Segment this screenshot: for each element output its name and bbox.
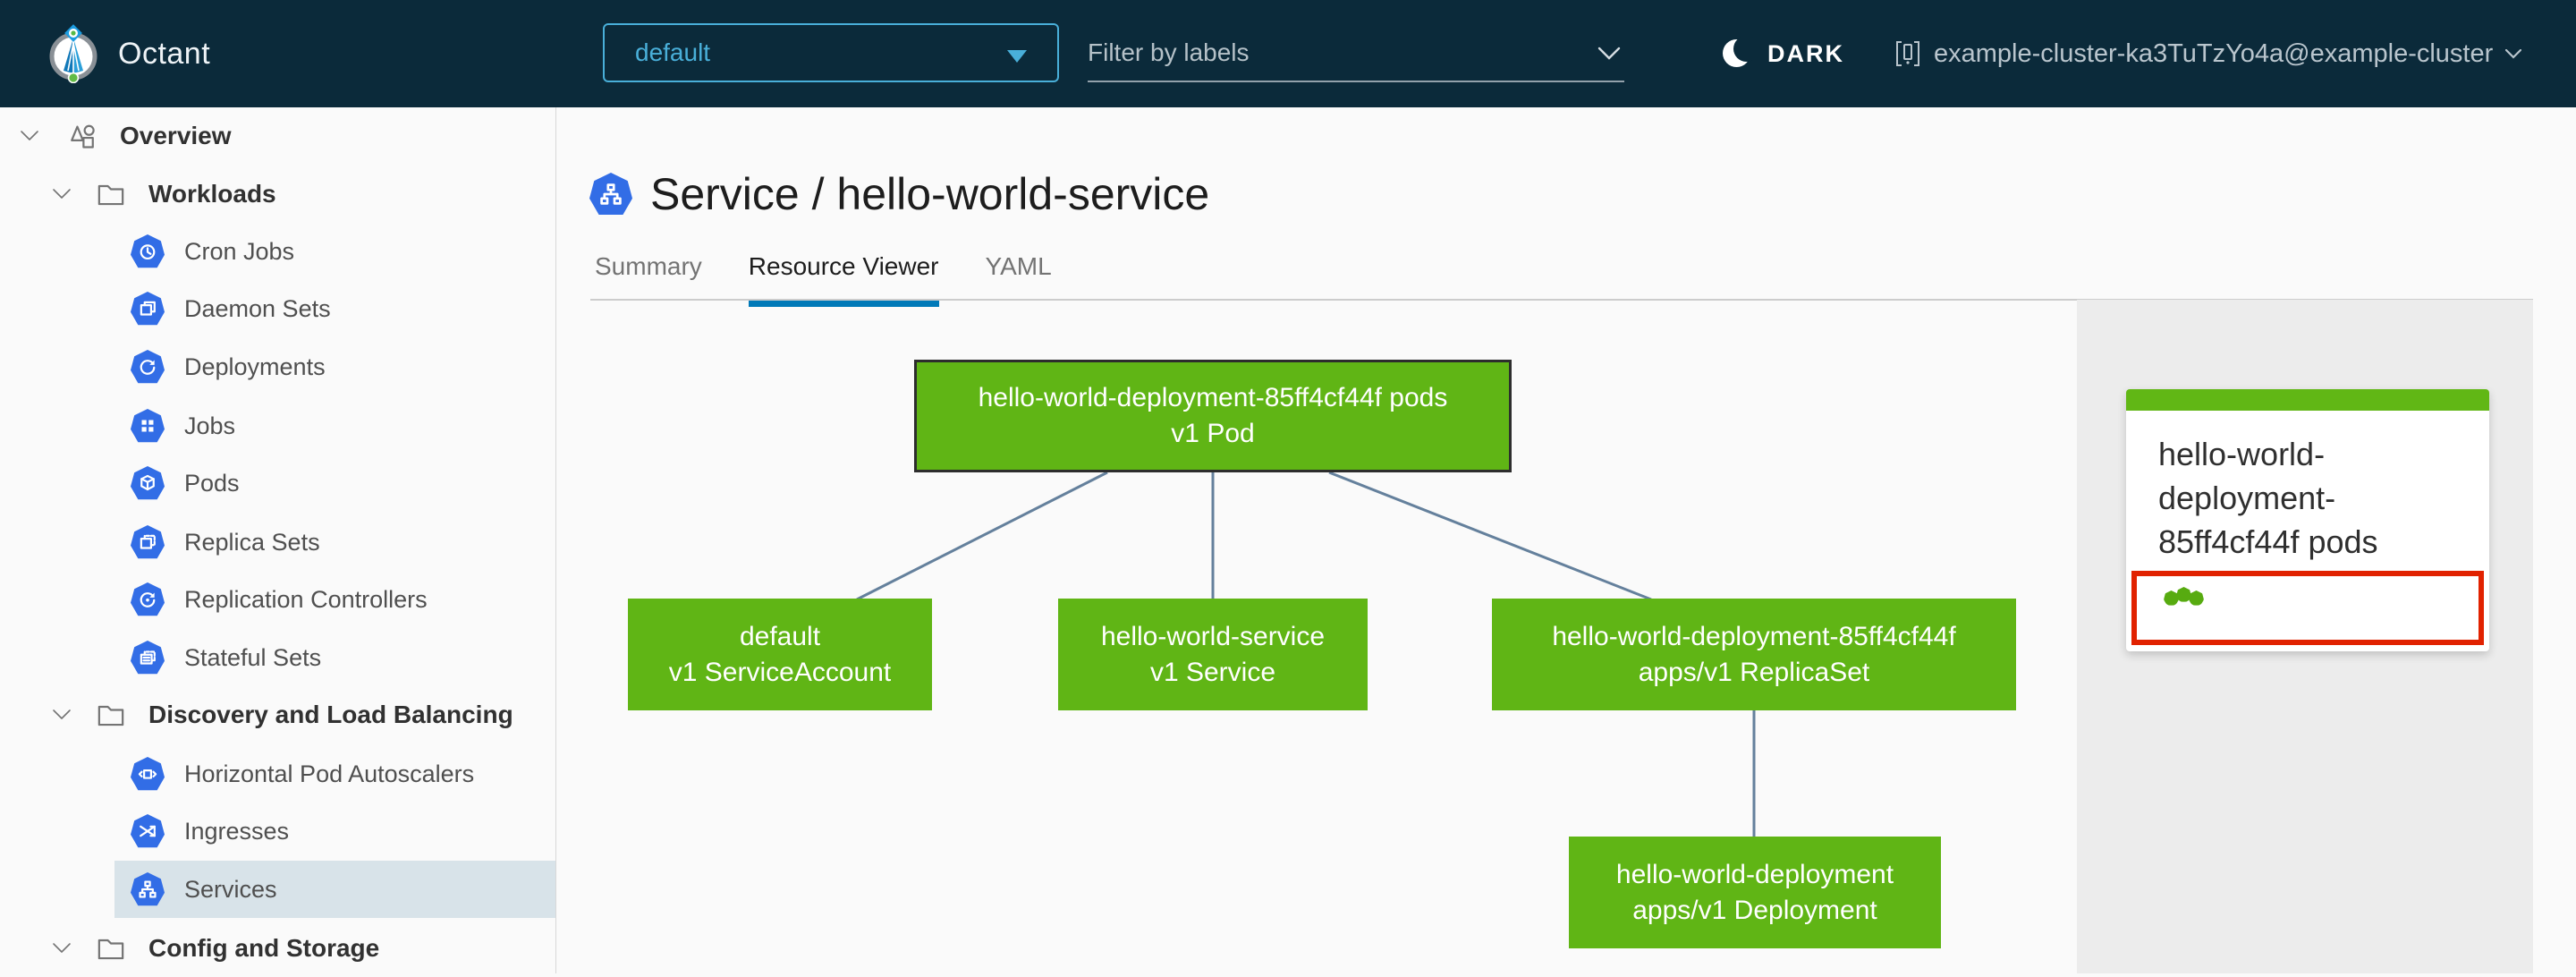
pod-ok-dot — [2164, 590, 2179, 606]
pod-ok-dot — [2189, 590, 2204, 606]
daemon-sets-icon — [131, 292, 165, 326]
namespace-select[interactable]: default — [603, 23, 1059, 82]
graph-node-serviceaccount[interactable]: default v1 ServiceAccount — [628, 599, 932, 710]
hpa-icon — [131, 757, 165, 791]
page-title: Service / hello-world-service — [650, 169, 1210, 219]
folder-icon — [93, 176, 129, 212]
scroll-gutter[interactable] — [2534, 107, 2576, 973]
cluster-caret-icon — [2505, 48, 2522, 59]
sidebar-group-workloads[interactable]: Workloads — [0, 166, 555, 223]
graph-node-pod[interactable]: hello-world-deployment-85ff4cf44f pods v… — [914, 360, 1512, 472]
sidebar-item-overview[interactable]: Overview — [0, 107, 555, 165]
sidebar-item-stateful-sets[interactable]: Stateful Sets — [114, 629, 555, 686]
replica-sets-icon — [131, 525, 165, 559]
cluster-context-label: example-cluster-ka3TuTzYo4a@example-clus… — [1934, 38, 2494, 68]
sidebar-item-ingresses[interactable]: Ingresses — [114, 803, 555, 860]
chevron-down-icon[interactable] — [52, 188, 72, 200]
services-icon — [131, 872, 165, 906]
theme-toggle[interactable]: DARK — [1723, 0, 1844, 107]
label-filter — [1088, 27, 1624, 82]
sidebar-item-deployments[interactable]: Deployments — [114, 338, 555, 395]
folder-icon — [93, 697, 129, 733]
sidebar-item-pods[interactable]: Pods — [114, 455, 555, 512]
sidebar-item-services[interactable]: Services — [114, 861, 555, 918]
sidebar-item-replica-sets[interactable]: Replica Sets — [114, 514, 555, 571]
cluster-context-menu[interactable]: example-cluster-ka3TuTzYo4a@example-clus… — [1894, 0, 2522, 107]
cluster-icon — [1896, 41, 1919, 66]
pod-status-dots — [2164, 587, 2204, 606]
app-header: Octant default DARK example-cluster-ka3T… — [0, 0, 2576, 107]
pod-status-card: hello-world-deployment-85ff4cf44f pods — [2126, 389, 2489, 651]
pod-status-highlight-box[interactable] — [2131, 571, 2484, 645]
sidebar-group-discovery-and-load-balancing[interactable]: Discovery and Load Balancing — [0, 686, 555, 743]
graph-node-service[interactable]: hello-world-service v1 Service — [1058, 599, 1368, 710]
jobs-icon — [131, 409, 165, 443]
graph-node-deployment[interactable]: hello-world-deployment apps/v1 Deploymen… — [1569, 837, 1941, 948]
namespace-caret-icon — [1007, 50, 1027, 63]
card-status-bar — [2126, 389, 2489, 411]
chevron-down-icon[interactable] — [52, 942, 72, 955]
chevron-down-icon[interactable] — [52, 709, 72, 721]
ingresses-icon — [131, 814, 165, 848]
sidebar-group-config-and-storage[interactable]: Config and Storage — [0, 920, 555, 977]
graph-node-replicaset[interactable]: hello-world-deployment-85ff4cf44f apps/v… — [1492, 599, 2016, 710]
service-resource-icon — [589, 173, 632, 216]
namespace-value: default — [635, 38, 711, 66]
deployments-icon — [131, 350, 165, 384]
label-filter-input[interactable] — [1088, 27, 1571, 79]
moon-icon — [1723, 37, 1753, 71]
cron-jobs-icon — [131, 234, 165, 268]
sidebar-item-cron-jobs[interactable]: Cron Jobs — [114, 223, 555, 280]
stateful-sets-icon — [131, 641, 165, 675]
sidebar-item-jobs[interactable]: Jobs — [114, 397, 555, 455]
sidebar-item-horizontal-pod-autoscalers[interactable]: Horizontal Pod Autoscalers — [114, 745, 555, 803]
chevron-down-icon[interactable] — [20, 130, 39, 142]
folder-icon — [93, 930, 129, 966]
theme-toggle-label: DARK — [1767, 39, 1844, 67]
filter-chevron-icon[interactable] — [1597, 47, 1621, 61]
sidebar-nav: Overview Workloads Cron Jobs Daemon Sets… — [0, 107, 556, 973]
octant-logo-icon — [45, 24, 102, 84]
sidebar-item-replication-controllers[interactable]: Replication Controllers — [114, 571, 555, 628]
overview-icon — [64, 118, 100, 154]
sidebar-item-daemon-sets[interactable]: Daemon Sets — [114, 280, 555, 337]
replication-controllers-icon — [131, 582, 165, 616]
pods-icon — [131, 466, 165, 500]
card-title: hello-world-deployment-85ff4cf44f pods — [2158, 436, 2378, 560]
app-title: Octant — [118, 36, 211, 71]
node-detail-panel: hello-world-deployment-85ff4cf44f pods — [2077, 300, 2533, 973]
